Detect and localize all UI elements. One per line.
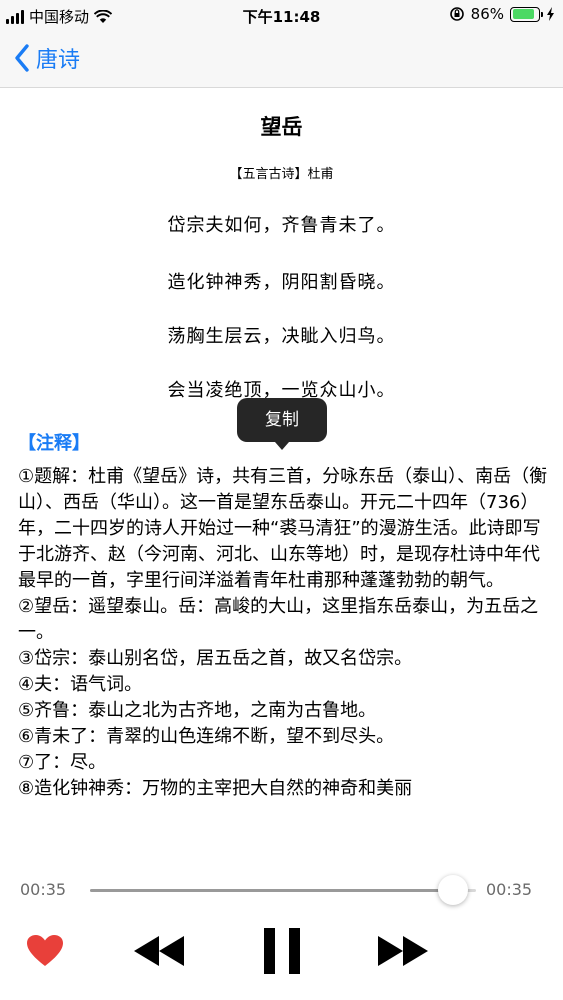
back-button[interactable]: 唐诗 (14, 42, 80, 74)
audio-player: 00:35 00:35 (0, 860, 563, 1000)
slider-thumb[interactable] (437, 875, 468, 905)
battery-percent: 86% (470, 5, 504, 23)
current-time: 00:35 (20, 880, 67, 899)
orientation-lock-icon (449, 7, 464, 21)
battery-level (512, 9, 534, 19)
note-item: ②望岳：遥望泰山。岳：高峻的大山，这里指东岳泰山，为五岳之一。 (18, 596, 539, 643)
note-item: ③岱宗：泰山别名岱，居五岳之首，故又名岱宗。 (18, 648, 413, 669)
poem-line: 荡胸生层云，决眦入归鸟。 (167, 326, 396, 347)
total-time: 00:35 (486, 880, 533, 899)
progress-slider[interactable] (90, 875, 476, 905)
note-item: ⑦了：尽。 (18, 752, 107, 773)
pause-icon[interactable] (262, 926, 302, 976)
playback-controls (0, 920, 563, 990)
status-right: 86% (449, 5, 555, 23)
chevron-left-icon (15, 44, 29, 72)
charging-bolt-icon (547, 7, 554, 21)
navigation-bar: 唐诗 (0, 32, 563, 88)
poem-meta: 【五言古诗】杜甫 (229, 167, 334, 182)
note-item: ①题解：杜甫《望岳》诗，共有三首，分咏东岳（泰山）、南岳（衡山）、西岳（华山）。… (18, 466, 548, 591)
notes-title: 【注释】 (18, 433, 90, 454)
back-label: 唐诗 (36, 48, 81, 73)
poem-title: 望岳 (260, 115, 303, 139)
battery-icon (510, 6, 543, 22)
fast-forward-icon[interactable] (376, 934, 430, 968)
copy-menu-item[interactable]: 复制 (237, 398, 327, 450)
poem-content[interactable]: 望岳 【五言古诗】杜甫 岱宗夫如何，齐鲁青未了。 造化钟神秀，阴阳割昏晓。 荡胸… (0, 89, 563, 859)
poem-line: 岱宗夫如何，齐鲁青未了。 (167, 215, 396, 236)
note-item: ⑤齐鲁：泰山之北为古齐地，之南为古鲁地。 (18, 700, 377, 721)
notes-list: ①题解：杜甫《望岳》诗，共有三首，分咏东岳（泰山）、南岳（衡山）、西岳（华山）。… (18, 464, 548, 802)
note-item: ④夫：语气词。 (18, 674, 143, 695)
status-bar: 中国移动 下午11:48 86% (0, 0, 563, 32)
note-item: ⑥青未了：青翠的山色连绵不断，望不到尽头。 (18, 726, 395, 747)
progress-fill (90, 889, 453, 892)
heart-icon[interactable] (26, 934, 64, 968)
rewind-icon[interactable] (132, 934, 186, 968)
poem-line: 造化钟神秀，阴阳割昏晓。 (167, 272, 396, 293)
note-item: ⑧造化钟神秀：万物的主宰把大自然的神奇和美丽 (18, 778, 413, 799)
